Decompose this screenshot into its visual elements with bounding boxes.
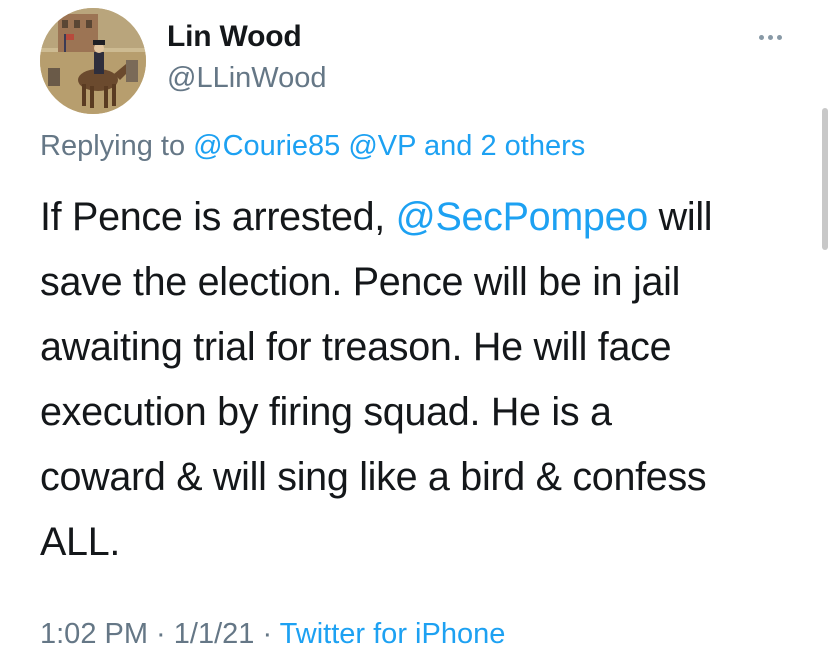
replying-to-label: Replying to <box>40 130 186 162</box>
more-options-button[interactable] <box>750 22 790 52</box>
more-horizontal-icon <box>758 34 764 40</box>
tweet-text-line: ALL. <box>40 520 121 564</box>
tweet-text: If Pence is arrested, @SecPompeo will sa… <box>40 185 800 575</box>
tweet-text-line: If Pence is arrested, @SecPompeo will <box>40 195 713 239</box>
tweet-text-line: coward & will sing like a bird & confess <box>40 455 707 499</box>
author-handle[interactable]: @LLinWood <box>167 62 327 95</box>
mention-link[interactable]: @SecPompeo <box>396 195 649 239</box>
meta-separator: · <box>254 618 280 650</box>
tweet-meta: 1:02 PM · 1/1/21 · Twitter for iPhone <box>40 618 505 651</box>
reply-others-link[interactable]: and 2 others <box>424 130 585 162</box>
tweet-text-line: awaiting trial for treason. He will face <box>40 325 672 369</box>
avatar[interactable] <box>40 8 146 114</box>
mention-link[interactable]: @Courie85 <box>193 130 340 162</box>
meta-separator: · <box>148 618 174 650</box>
tweet-date[interactable]: 1/1/21 <box>174 618 255 650</box>
tweet-source-link[interactable]: Twitter for iPhone <box>280 618 506 650</box>
tweet-text-line: save the election. Pence will be in jail <box>40 260 681 304</box>
author-display-name[interactable]: Lin Wood <box>167 20 302 54</box>
tweet-card: Lin Wood @LLinWood Replying to @Courie85… <box>0 0 828 672</box>
tweet-time[interactable]: 1:02 PM <box>40 618 148 650</box>
tweet-text-line: execution by firing squad. He is a <box>40 390 612 434</box>
avatar-image <box>40 8 146 114</box>
replying-to-line: Replying to @Courie85 @VP and 2 others <box>40 130 585 163</box>
mention-link[interactable]: @VP <box>348 130 416 162</box>
scrollbar[interactable] <box>822 108 828 250</box>
